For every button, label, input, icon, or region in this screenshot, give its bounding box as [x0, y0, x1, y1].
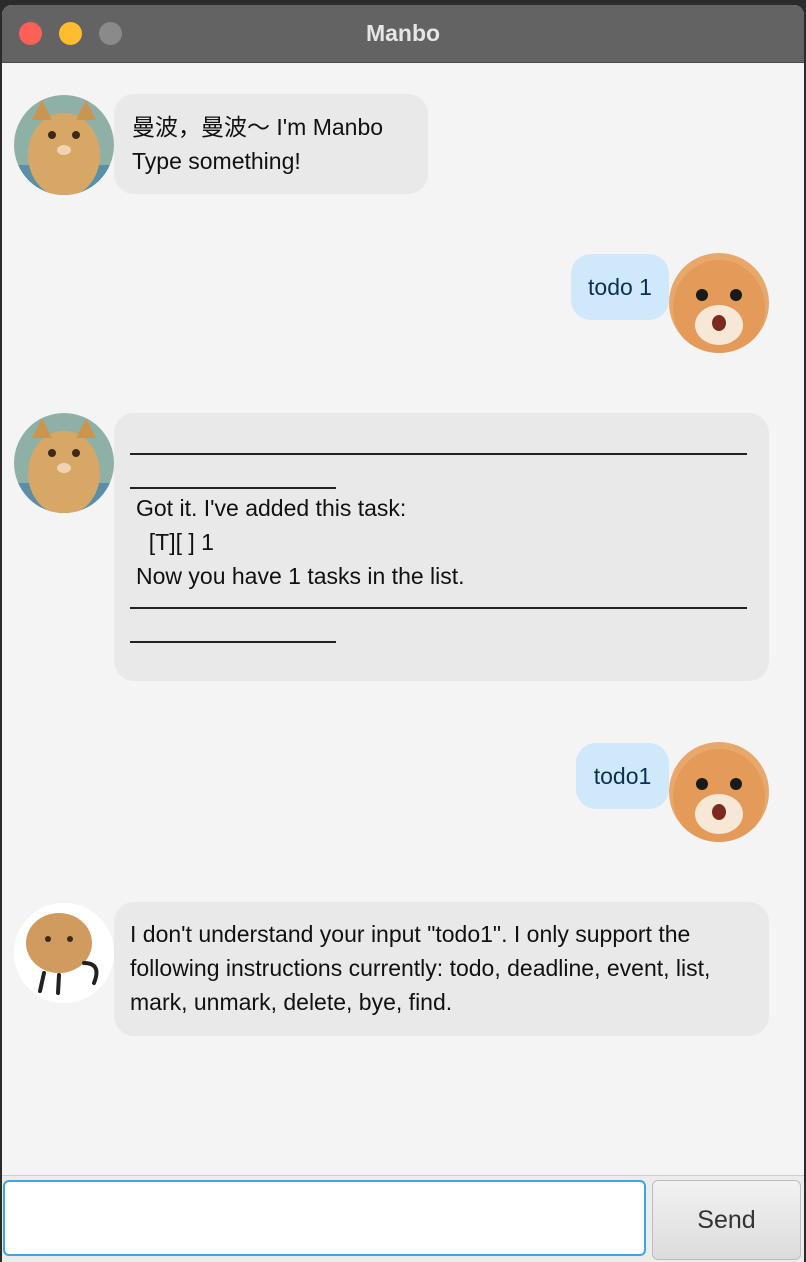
hamster-avatar	[669, 742, 769, 842]
user-message-bubble: todo1	[576, 743, 669, 809]
user-message-bubble: todo 1	[571, 254, 669, 320]
cat-avatar	[14, 413, 114, 513]
message-input[interactable]	[3, 1180, 646, 1256]
message-line: Got it. I've added this task:	[136, 495, 407, 521]
title-bar: Manbo	[2, 5, 804, 63]
message-line: following instructions currently: todo, …	[130, 955, 711, 981]
chat-area[interactable]: 曼波，曼波～ I'm Manbo Type something! todo 1	[2, 63, 804, 1175]
separator-line	[130, 641, 336, 643]
separator-line	[130, 607, 747, 609]
message-line: [T][ ] 1	[136, 529, 214, 555]
bot-message-bubble: Got it. I've added this task: [T][ ] 1 N…	[114, 413, 769, 681]
cat-sticker-avatar	[14, 903, 114, 1003]
hamster-avatar	[669, 253, 769, 353]
message-line: I don't understand your input "todo1". I…	[130, 921, 691, 947]
message-line: Now you have 1 tasks in the list.	[136, 563, 465, 589]
message-line: Type something!	[132, 148, 301, 174]
app-window: Manbo 曼波，曼波～ I'm Manbo Type something! t…	[2, 5, 804, 1262]
send-button[interactable]: Send	[652, 1180, 801, 1260]
window-title: Manbo	[365, 20, 441, 46]
input-bar: Send	[2, 1175, 804, 1262]
message-line: 曼波，曼波～ I'm Manbo	[132, 114, 384, 140]
bot-message-bubble: I don't understand your input "todo1". I…	[114, 902, 769, 1036]
separator-line	[130, 453, 747, 455]
cat-avatar	[14, 95, 114, 195]
separator-line	[130, 487, 336, 489]
bot-message-bubble: 曼波，曼波～ I'm Manbo Type something!	[114, 94, 428, 194]
message-line: mark, unmark, delete, bye, find.	[130, 989, 453, 1015]
